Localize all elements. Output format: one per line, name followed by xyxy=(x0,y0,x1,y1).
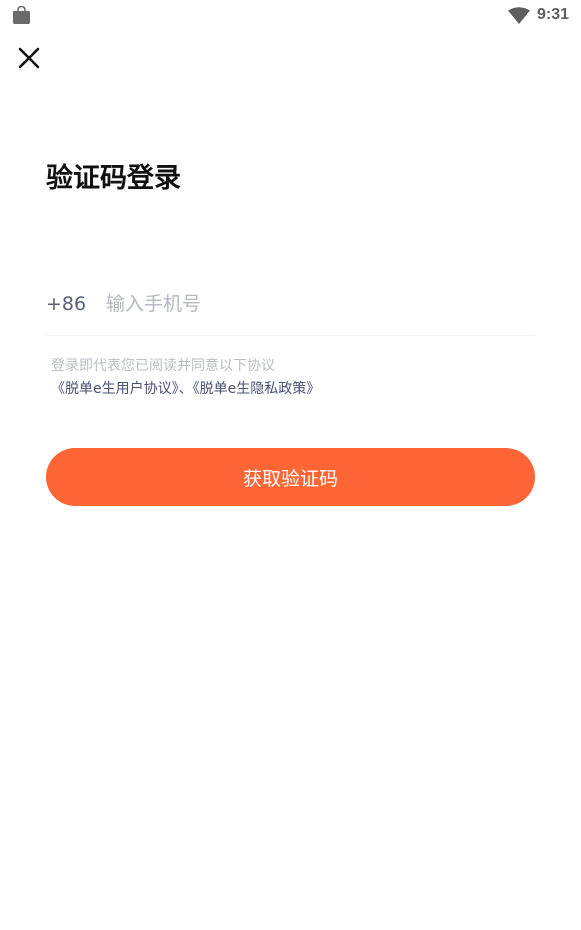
wifi-icon xyxy=(508,7,530,24)
phone-number-input[interactable] xyxy=(106,288,526,320)
agreement-links: 《脱单e生用户协议》、《脱单e生隐私政策》 xyxy=(51,379,320,399)
status-bar: 9:31 xyxy=(0,0,581,32)
user-agreement-link[interactable]: 《脱单e生用户协议》 xyxy=(51,381,179,397)
page-title: 验证码登录 xyxy=(46,163,181,194)
country-code-selector[interactable]: +86 xyxy=(46,291,86,317)
close-button[interactable] xyxy=(14,43,44,73)
status-time: 9:31 xyxy=(537,6,570,23)
get-verification-code-button[interactable]: 获取验证码 xyxy=(46,448,535,506)
privacy-policy-link[interactable]: 《脱单e生隐私政策》 xyxy=(193,381,321,397)
login-screen: 9:31 验证码登录 +86 登录即代表您已阅读并同意以下协议 《脱单e生用户协… xyxy=(0,0,581,930)
agreement-separator: 、 xyxy=(178,381,193,397)
shopping-bag-icon xyxy=(12,5,31,24)
phone-input-row: +86 xyxy=(46,284,535,336)
agreement-hint: 登录即代表您已阅读并同意以下协议 xyxy=(51,358,275,374)
close-icon xyxy=(18,47,40,69)
